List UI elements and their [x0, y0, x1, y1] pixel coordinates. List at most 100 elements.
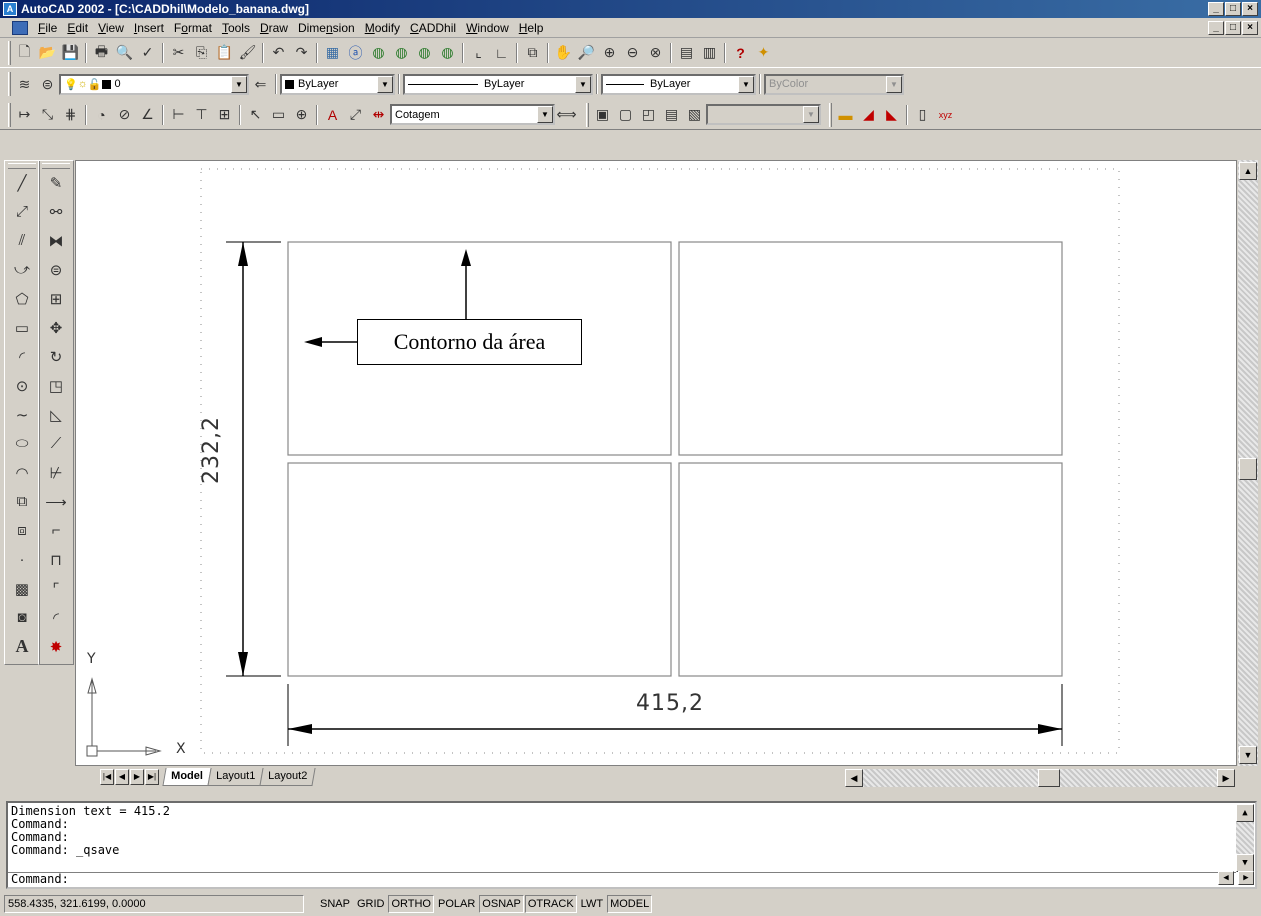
aligned-dimension-icon[interactable]: ⤡	[36, 104, 59, 126]
hatch-icon[interactable]: ▩	[7, 577, 37, 600]
status-toggle-grid[interactable]: GRID	[354, 895, 388, 913]
dimension-style-icon[interactable]: ⟺	[555, 104, 578, 126]
command-scrollbar[interactable]: ▲ ▼	[1236, 804, 1254, 872]
document-icon[interactable]	[12, 20, 28, 35]
copy-icon[interactable]: ⎘	[190, 42, 213, 64]
menu-item[interactable]: Insert	[129, 21, 169, 35]
menu-item[interactable]: Tools	[217, 21, 255, 35]
area-label-box[interactable]: Contorno da área	[357, 319, 582, 365]
dimension-text-edit-icon[interactable]: ⤢	[344, 104, 367, 126]
menu-item[interactable]: Help	[514, 21, 549, 35]
polygon-icon[interactable]: ⬠	[7, 287, 37, 310]
zoom-realtime-icon[interactable]: 🔎	[575, 42, 598, 64]
scroll-right-icon[interactable]: ▶	[1238, 871, 1254, 885]
scroll-thumb[interactable]	[1239, 458, 1257, 480]
ucs-axis-icon[interactable]: ∟	[490, 42, 513, 64]
scroll-left-icon[interactable]: ◀	[1218, 871, 1234, 885]
close-button[interactable]: ×	[1242, 2, 1258, 16]
redo-icon[interactable]: ↷	[290, 42, 313, 64]
circle-icon[interactable]: ⊙	[7, 374, 37, 397]
doc-restore-button[interactable]: □	[1225, 21, 1241, 35]
linetype-select[interactable]: ByLayer ▼	[403, 73, 593, 95]
layer-select[interactable]: 💡 ☼ 🔓 0 ▼	[59, 73, 249, 95]
status-toggle-otrack[interactable]: OTRACK	[524, 895, 577, 913]
web-icon-1[interactable]: ◍	[367, 42, 390, 64]
chevron-down-icon[interactable]: ▼	[575, 75, 591, 93]
layout-icon-5[interactable]: ▧	[683, 104, 706, 126]
chevron-down-icon[interactable]: ▼	[377, 75, 393, 93]
region-icon[interactable]: ◙	[7, 606, 37, 629]
status-toggle-polar[interactable]: POLAR	[435, 895, 478, 913]
ucs-icon[interactable]: ⌞	[467, 42, 490, 64]
vertical-scrollbar[interactable]: ▲ ▼	[1238, 160, 1258, 766]
tab-layout2[interactable]: Layout2	[259, 768, 316, 786]
web-icon-2[interactable]: ◍	[390, 42, 413, 64]
design-center-icon[interactable]: ▥	[698, 42, 721, 64]
menu-item[interactable]: File	[33, 21, 62, 35]
continue-dimension-icon[interactable]: ⊞	[213, 104, 236, 126]
undo-icon[interactable]: ↶	[267, 42, 290, 64]
properties-icon[interactable]: ▤	[675, 42, 698, 64]
layout-icon-3[interactable]: ◰	[637, 104, 660, 126]
make-object-layer-current-icon[interactable]: ⊜	[36, 73, 59, 95]
command-input[interactable]: Command:	[8, 872, 1236, 887]
break-icon[interactable]: ⌐	[41, 519, 71, 542]
pan-realtime-icon[interactable]: ✋	[552, 42, 575, 64]
arc-icon[interactable]: ◜	[7, 345, 37, 368]
spell-check-icon[interactable]: ✓	[136, 42, 159, 64]
first-tab-icon[interactable]: |◀	[100, 769, 114, 785]
rotate-icon[interactable]: ↻	[41, 345, 71, 368]
open-file-icon[interactable]: 📂	[36, 42, 59, 64]
chevron-down-icon[interactable]: ▼	[231, 75, 247, 93]
baseline-dimension-icon[interactable]: ⊤	[190, 104, 213, 126]
ellipse-arc-icon[interactable]: ◠	[7, 461, 37, 484]
autocad-app-icon[interactable]: A	[3, 2, 17, 16]
caddhil-icon-3[interactable]: ◣	[880, 104, 903, 126]
area-rect-bottom-right[interactable]	[678, 462, 1063, 677]
menu-item[interactable]: Modify	[360, 21, 405, 35]
cut-icon[interactable]: ✂	[167, 42, 190, 64]
web-icon-3[interactable]: ◍	[413, 42, 436, 64]
tab-model[interactable]: Model	[162, 768, 212, 786]
point-icon[interactable]: ·	[7, 548, 37, 571]
drawing-canvas[interactable]: Contorno da área 415,2 232,2 X Y	[75, 160, 1237, 766]
chevron-down-icon[interactable]: ▼	[537, 106, 553, 123]
ellipse-icon[interactable]: ⬭	[7, 432, 37, 455]
layers-icon[interactable]: ≋	[13, 73, 36, 95]
fillet-icon[interactable]: ◜	[41, 606, 71, 629]
minimize-button[interactable]: _	[1208, 2, 1224, 16]
maximize-button[interactable]: □	[1225, 2, 1241, 16]
scroll-up-icon[interactable]: ▲	[1239, 162, 1257, 180]
doc-close-button[interactable]: ×	[1242, 21, 1258, 35]
radius-dimension-icon[interactable]: ◔	[90, 104, 113, 126]
last-tab-icon[interactable]: ▶|	[145, 769, 159, 785]
help-icon[interactable]: ?	[729, 42, 752, 64]
status-toggle-model[interactable]: MODEL	[607, 895, 653, 913]
next-tab-icon[interactable]: ▶	[130, 769, 144, 785]
copy-object-icon[interactable]: ⚯	[41, 200, 71, 223]
new-file-icon[interactable]: 🗋	[13, 42, 36, 64]
dimension-update-icon[interactable]: ⇹	[367, 104, 390, 126]
vertical-dimension[interactable]	[226, 241, 281, 677]
toolbar-grip[interactable]	[42, 163, 70, 169]
menu-item[interactable]: Edit	[62, 21, 93, 35]
print-icon[interactable]: 🖶	[90, 42, 113, 64]
multiline-text-icon[interactable]: A	[7, 635, 37, 658]
multiline-icon[interactable]: ⫽	[7, 229, 37, 252]
toolbar-grip[interactable]	[586, 102, 589, 127]
quick-dimension-icon[interactable]: ⊢	[167, 104, 190, 126]
prev-tab-icon[interactable]: ◀	[115, 769, 129, 785]
area-rect-top-right[interactable]	[678, 241, 1063, 456]
save-icon[interactable]: 💾	[59, 42, 82, 64]
scroll-left-icon[interactable]: ◀	[845, 769, 863, 787]
spline-icon[interactable]: ∼	[7, 403, 37, 426]
break-at-point-icon[interactable]: ⊓	[41, 548, 71, 571]
lengthen-icon[interactable]: ⟋	[41, 432, 71, 455]
quick-leader-icon[interactable]: ↖	[244, 104, 267, 126]
doc-minimize-button[interactable]: _	[1208, 21, 1224, 35]
center-mark-icon[interactable]: ⊕	[290, 104, 313, 126]
layout-icon-2[interactable]: ▢	[614, 104, 637, 126]
chamfer-icon[interactable]: ⌜	[41, 577, 71, 600]
tolerance-icon[interactable]: ▭	[267, 104, 290, 126]
scroll-down-icon[interactable]: ▼	[1236, 854, 1254, 872]
